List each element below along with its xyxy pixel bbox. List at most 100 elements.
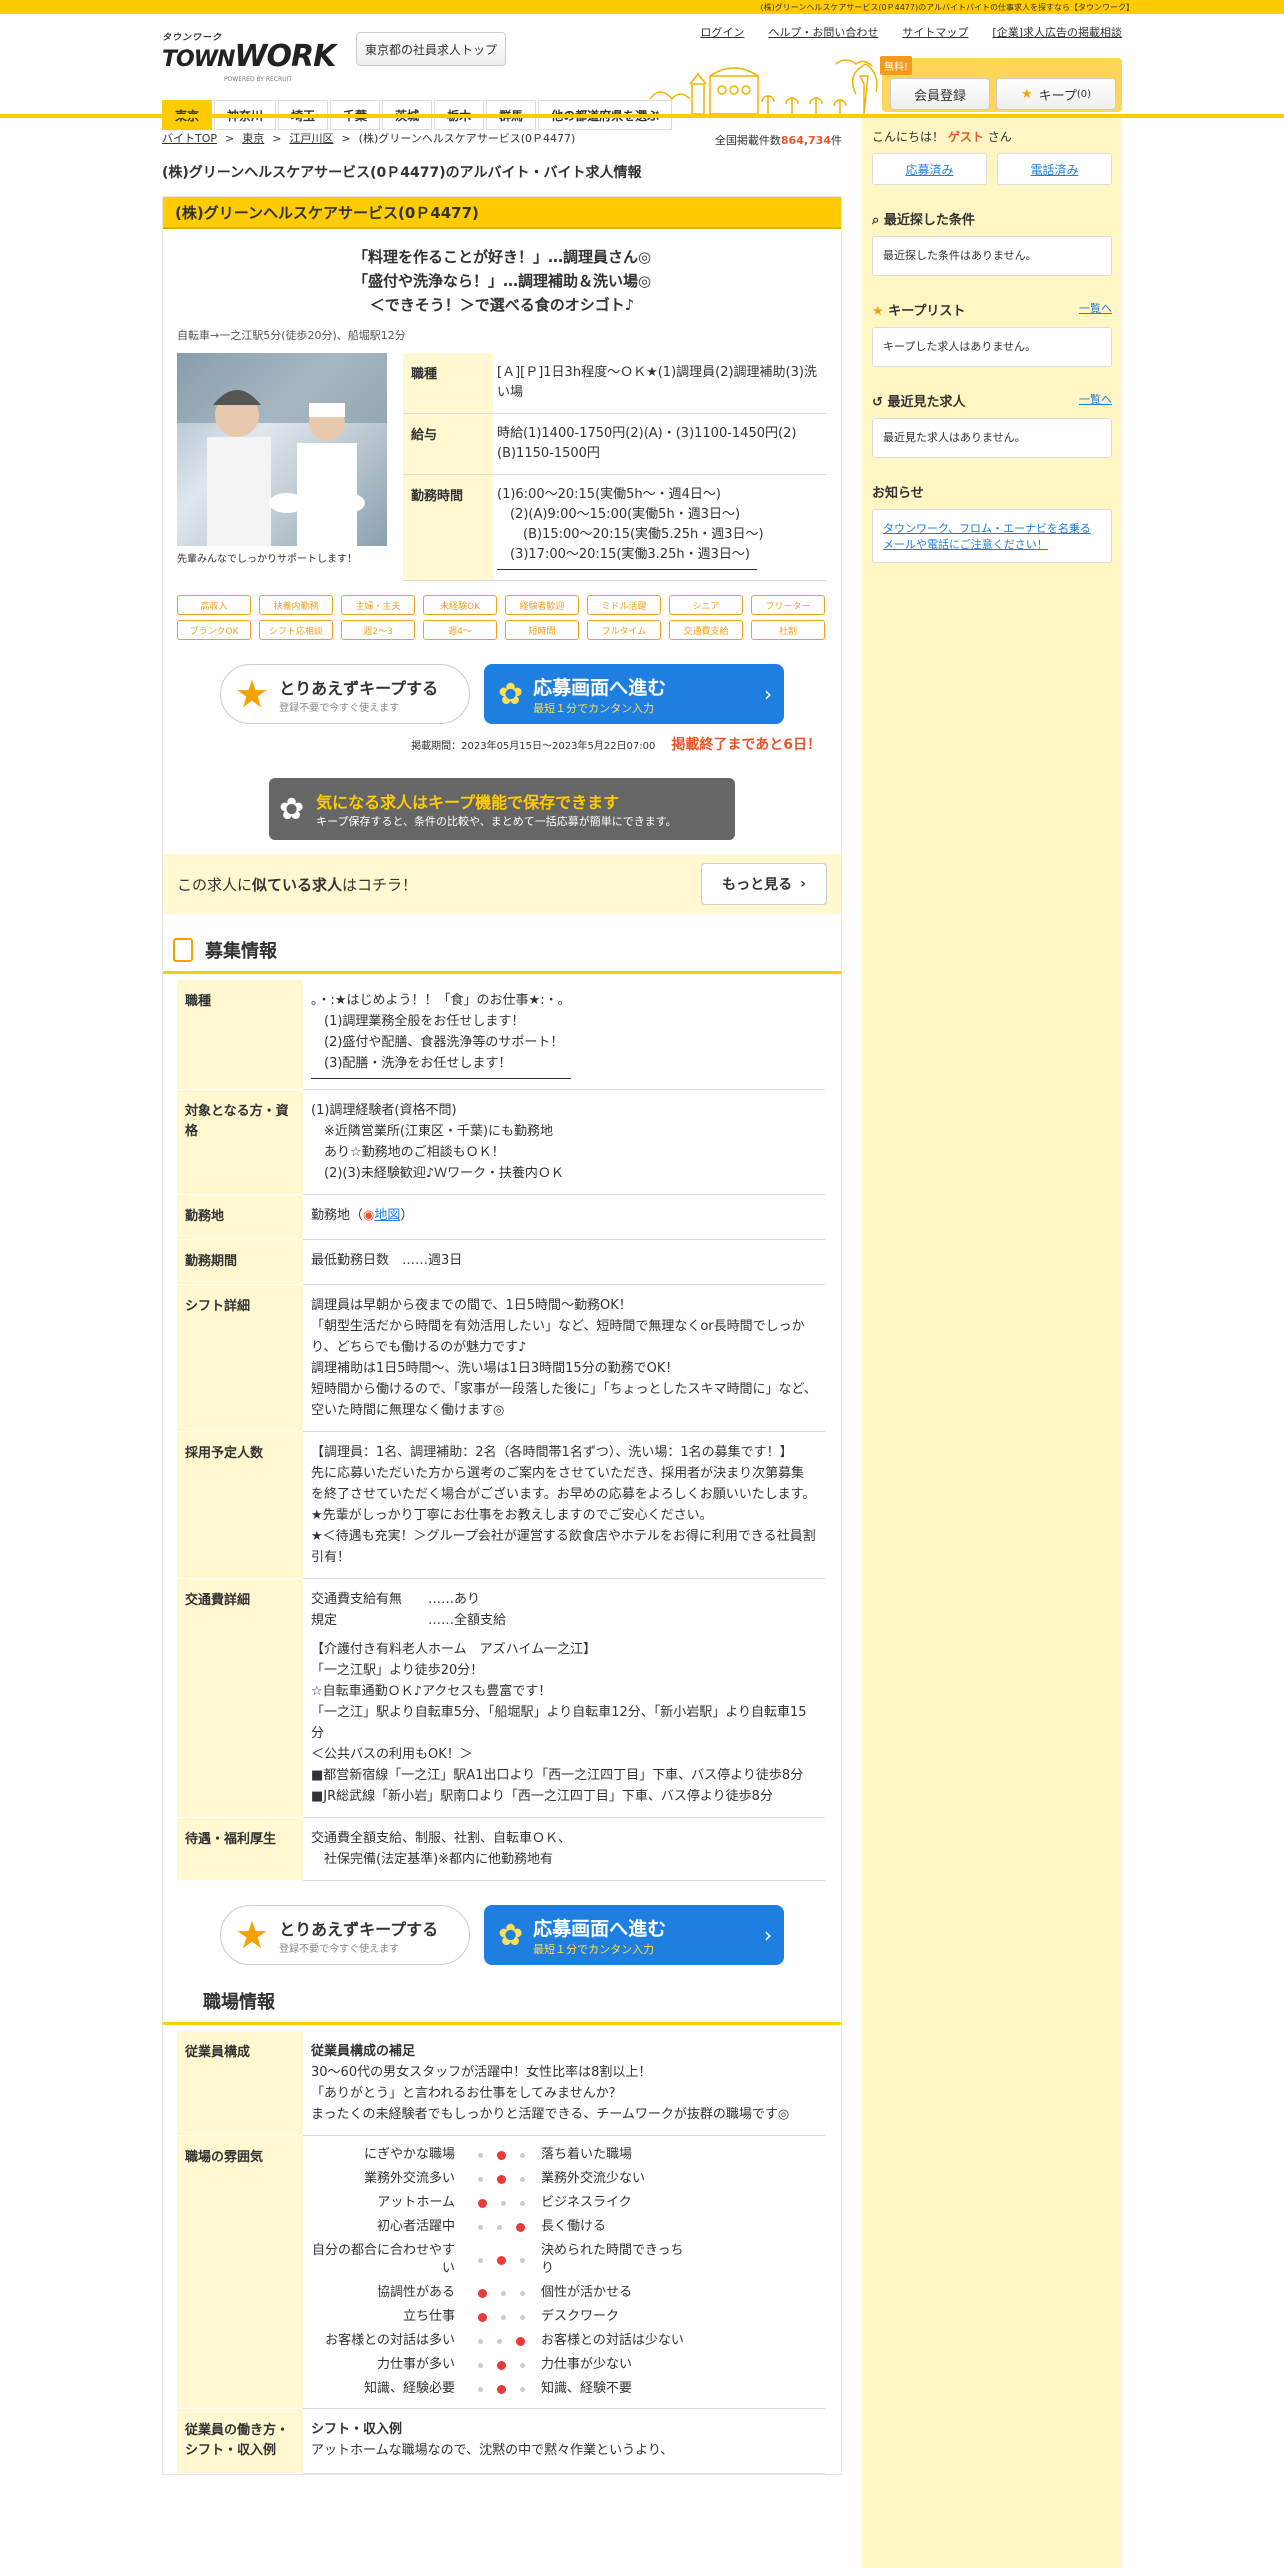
chevron-right-icon: › [764, 682, 772, 706]
user-box: 無料! 会員登録 ★ キープ (0) [880, 56, 1122, 112]
mood-left-label: 初心者活躍中 [376, 2219, 455, 2234]
job-photo: 先輩みんなでしっかりサポートします！ [177, 353, 387, 581]
mood-scale [461, 2356, 541, 2374]
row-label: 採用予定人数 [177, 1431, 303, 1579]
tag[interactable]: 高収入 [177, 595, 251, 615]
main-content: バイトTOP > 東京 > 江戸川区 > (株)グリーンヘルスケアサービス(0Ｐ447… [162, 126, 842, 2475]
mascot-icon: ✿ [498, 676, 524, 712]
keep-button[interactable]: ★ キープ (0) [996, 78, 1116, 110]
page-title: (株)グリーンヘルスケアサービス(0Ｐ4477)のアルバイト・バイト求人情報 [162, 165, 642, 181]
sitemap-link[interactable]: サイトマップ [902, 24, 968, 40]
apply-button[interactable]: ✿ 応募画面へ進む 最短１分でカンタン入力 › [484, 664, 784, 724]
staff-photo [177, 353, 387, 546]
mood-dot [519, 2314, 525, 2320]
mood-dot [500, 2314, 506, 2320]
row-label: 従業員の働き方・シフト・収入例 [177, 2408, 303, 2474]
mood-right-label: 知識、経験不要 [541, 2381, 633, 2396]
post-period: 掲載期間：2023年05月15日～2023年5月22日07:00 掲載終了まであと… [163, 734, 841, 754]
mood-right-label: 個性が活かせる [541, 2285, 633, 2300]
tag[interactable]: 経験者歓迎 [505, 595, 579, 615]
recent-jobs-link[interactable]: 一覧へ [1079, 391, 1112, 410]
recent-jobs-heading: ↺ 最近見た求人 一覧へ [872, 391, 1112, 410]
mascot-icon: ✿ [279, 791, 305, 827]
tag[interactable]: フリーター [751, 595, 825, 615]
mood-dot [477, 2338, 483, 2344]
chevron-right-icon: › [800, 876, 806, 892]
help-link[interactable]: ヘルプ・お問い合わせ [768, 24, 878, 40]
tag[interactable]: 扶養内勤務 [259, 595, 333, 615]
greeting: こんにちは！ ゲスト さん [872, 130, 1012, 144]
apply-button[interactable]: ✿ 応募画面へ進む 最短１分でカンタン入力 › [484, 1905, 784, 1965]
mood-right-label: デスクワーク [541, 2309, 620, 2324]
notice-link[interactable]: タウンワーク、フロム・エーナビを名乗るメールや電話にご注意ください！ [883, 522, 1091, 551]
mood-right-label: 長く働ける [541, 2219, 607, 2234]
mood-dot [477, 2198, 487, 2208]
search-icon: ⌕ [872, 213, 880, 228]
tag[interactable]: 短時間 [505, 620, 579, 640]
spec-value-salary: 時給(1)1400-1750円(2)(A)・(3)1100-1450円(2)(B… [493, 413, 827, 475]
sidebar: こんにちは！ ゲスト さん 応募済み 電話済み ⌕ 最近探した条件 最近探した条… [862, 118, 1122, 2568]
keep-job-button[interactable]: ★ とりあえずキープする 登録不要で今すぐ使えます [220, 664, 470, 724]
job-card: (株)グリーンヘルスケアサービス(0Ｐ4477) 「料理を作ることが好き！」…調… [162, 196, 842, 2475]
member-register-button[interactable]: 会員登録 [890, 78, 990, 110]
townwork-logo[interactable]: タウンワーク TOWNWORK POWERED BY RECRUIT [162, 30, 336, 83]
keeplist-link[interactable]: 一覧へ [1079, 300, 1112, 319]
tag[interactable]: 週4～ [423, 620, 497, 640]
row-label: 待遇・福利厚生 [177, 1817, 303, 1881]
mood-dot [477, 2257, 483, 2263]
tag[interactable]: 交通費支給 [669, 620, 743, 640]
advertise-link[interactable]: [企業]求人広告の掲載相談 [992, 24, 1122, 40]
star-icon: ★ [872, 304, 884, 319]
tag[interactable]: 未経験OK [423, 595, 497, 615]
breadcrumb-baito-top[interactable]: バイトTOP [162, 130, 217, 146]
more-similar-button[interactable]: もっと見る › [701, 863, 827, 905]
mood-dot [477, 2176, 483, 2182]
row-label: 従業員構成 [177, 2031, 303, 2136]
tag[interactable]: ブランクOK [177, 620, 251, 640]
login-link[interactable]: ログイン [700, 24, 744, 40]
mood-left-label: 力仕事が多い [376, 2357, 455, 2372]
mood-dot [496, 2224, 502, 2230]
mood-dot [519, 2386, 525, 2392]
feature-tags: 高収入 扶養内勤務 主婦・主夫 未経験OK 経験者歓迎 ミドル活躍 シニア フリ… [163, 581, 841, 650]
spec-label-hours: 勤務時間 [403, 474, 493, 581]
row-label: 職場の雰囲気 [177, 2135, 303, 2409]
applied-link[interactable]: 応募済み [872, 153, 987, 185]
tag[interactable]: 社割 [751, 620, 825, 640]
mood-scale [461, 2308, 541, 2326]
mood-left-label: お客様との対話は多い [325, 2333, 455, 2348]
tag[interactable]: フルタイム [587, 620, 661, 640]
spec-value-jobtype: [Ａ][Ｐ]1日3h程度～ＯＫ★(1)調理員(2)調理補助(3)洗い場 [493, 353, 827, 414]
mood-left-label: 知識、経験必要 [363, 2381, 455, 2396]
similar-jobs-bar: この求人に似ている求人はコチラ！ もっと見る › [163, 854, 841, 914]
tag[interactable]: シフト応相談 [259, 620, 333, 640]
mood-dot [515, 2222, 525, 2232]
workplace-section-heading: 職場情報 [163, 1979, 841, 2025]
notice-box: タウンワーク、フロム・エーナビを名乗るメールや電話にご注意ください！ [872, 509, 1112, 563]
mood-dot [496, 2360, 506, 2370]
mood-scale [461, 2170, 541, 2188]
tag[interactable]: シニア [669, 595, 743, 615]
photo-caption: 先輩みんなでしっかりサポートします！ [177, 554, 357, 565]
top-strip: (株)グリーンヘルスケアサービス(0Ｐ4477)のアルバイトパイトの仕事求人を探… [0, 0, 1284, 14]
mood-right-label: 力仕事が少ない [541, 2357, 633, 2372]
breadcrumb-edogawa[interactable]: 江戸川区 [289, 130, 333, 146]
mood-left-label: にぎやかな職場 [363, 2147, 455, 2162]
map-link[interactable]: 地図 [374, 1208, 400, 1223]
tag[interactable]: ミドル活躍 [587, 595, 661, 615]
called-link[interactable]: 電話済み [997, 153, 1112, 185]
tag[interactable]: 主婦・主夫 [341, 595, 415, 615]
mood-scale [461, 2380, 541, 2398]
breadcrumb-tokyo[interactable]: 東京 [242, 130, 264, 146]
keep-label: キープ [1038, 88, 1077, 104]
notice-heading: お知らせ [872, 486, 924, 501]
mood-scale [461, 2284, 541, 2302]
keep-job-button[interactable]: ★ とりあえずキープする 登録不要で今すぐ使えます [220, 1905, 470, 1965]
catch-copy: 「料理を作ることが好き！」…調理員さん◎ 「盛付や洗浄なら！」…調理補助＆洗い場◎… [352, 248, 652, 314]
company-name: (株)グリーンヘルスケアサービス(0Ｐ4477) [163, 197, 841, 229]
spec-value-hours: (1)6:00～20:15(実働5h～・週4日～) (2)(A)9:00～15:… [493, 474, 827, 581]
tag[interactable]: 週2～3 [341, 620, 415, 640]
mood-dot [477, 2224, 483, 2230]
area-top-button[interactable]: 東京都の社員求人トップ [356, 32, 506, 66]
free-badge: 無料! [880, 56, 913, 75]
